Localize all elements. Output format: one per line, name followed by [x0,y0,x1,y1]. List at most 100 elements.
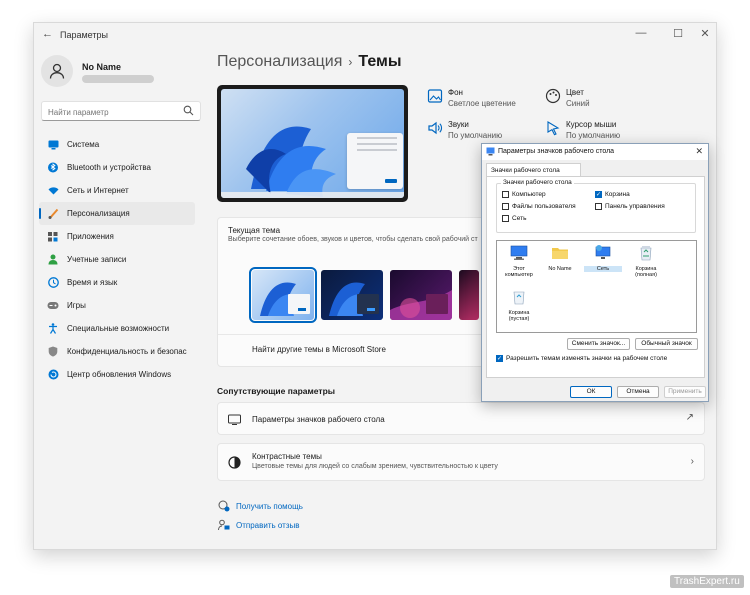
breadcrumb-parent[interactable]: Персонализация [217,53,342,70]
control-panel-checkbox[interactable]: Панель управления [595,203,665,210]
send-feedback-label: Отправить отзыв [236,520,300,530]
allow-themes-change-icons-checkbox[interactable]: ✓ Разрешить темам изменять значки на рабо… [496,355,667,362]
breadcrumb-separator: › [348,55,353,69]
microsoft-store-themes-link[interactable]: Найти другие темы в Microsoft Store [252,345,386,354]
shield-icon [47,346,59,358]
bloom-wallpaper-graphic [246,126,336,197]
theme-preview [217,85,408,202]
sidebar-item-accounts[interactable]: Учетные записи [39,248,195,271]
get-help-label: Получить помощь [236,501,303,511]
recycle-bin-empty-icon [513,291,525,305]
recycle-bin-checkbox[interactable]: ✓ Корзина [595,191,630,198]
computer-checkbox[interactable]: Компьютер [502,191,546,198]
page-title: Темы [358,53,402,70]
recycle-bin-full-icon [640,246,652,261]
cursor-icon [547,121,560,136]
site-watermark: TrashExpert.ru [670,575,744,588]
sidebar-item-system[interactable]: Система [39,133,195,156]
contrast-themes-description: Цветовые темы для людей со слабым зрение… [252,463,498,470]
brush-icon [47,208,59,220]
apply-button[interactable]: Применить [664,386,706,398]
sidebar-item-label: Игры [67,301,86,310]
globe-clock-icon [47,277,59,289]
person-icon [47,254,59,266]
group-legend: Значки рабочего стола [501,179,574,186]
apps-icon [47,231,59,243]
sidebar-item-privacy[interactable]: Конфиденциальность и безопас [39,340,195,363]
sidebar-item-gaming[interactable]: Игры [39,294,195,317]
contrast-themes-row[interactable]: Контрастные темы Цветовые темы для людей… [217,443,705,481]
desktop-icon-settings-dialog: Параметры значков рабочего стола ✕ Значк… [481,143,709,402]
profile-name: No Name [82,62,122,72]
sidebar-item-accessibility[interactable]: Специальные возможности [39,317,195,340]
sidebar-item-label: Центр обновления Windows [67,370,172,379]
sidebar-item-apps[interactable]: Приложения [39,225,195,248]
icon-network[interactable]: Сеть [584,245,622,272]
tab-desktop-icons[interactable]: Значки рабочего стола [486,163,581,177]
theme-thumbnail-light[interactable] [249,267,317,323]
user-files-checkbox[interactable]: Файлы пользователя [502,203,576,210]
sidebar-item-network[interactable]: Сеть и Интернет [39,179,195,202]
property-label: Курсор мыши [566,120,617,129]
bluetooth-icon [47,162,59,174]
sidebar-item-label: Персонализация [67,209,130,218]
maximize-button[interactable]: ☐ [671,27,685,40]
back-arrow-icon[interactable]: ← [42,28,53,40]
icon-recycle-bin-full[interactable]: Корзина (полная) [627,245,665,279]
update-icon [47,369,59,381]
checkmark-icon: ✓ [595,191,602,198]
send-feedback-link[interactable]: Отправить отзыв [218,519,300,531]
close-button[interactable]: ✕ [698,27,712,40]
search-input[interactable] [42,103,172,122]
network-icon [595,245,611,259]
cancel-button[interactable]: Отмена [617,386,659,398]
theme-thumbnail-glow[interactable] [390,270,452,320]
sidebar-item-windows-update[interactable]: Центр обновления Windows [39,363,195,386]
help-icon [218,500,230,512]
property-value: По умолчанию [566,131,621,140]
ok-button[interactable]: ОК [570,386,612,398]
desktop-monitor-icon [228,414,241,425]
computer-icon [510,245,528,260]
sidebar-nav: Система Bluetooth и устройства Сеть и Ин… [39,133,195,386]
related-settings-title: Сопутствующие параметры [217,386,336,396]
change-icon-button[interactable]: Сменить значок... [567,338,630,350]
property-value: По умолчанию [448,131,503,140]
sidebar-item-time-language[interactable]: Время и язык [39,271,195,294]
desktop-icon-settings-row[interactable]: Параметры значков рабочего стола ↗ [217,402,705,435]
palette-icon [545,88,561,104]
current-theme-subtitle: Выберите сочетание обоев, звуков и цвето… [228,236,478,243]
icon-this-pc[interactable]: Этот компьютер [500,245,538,279]
feedback-icon [218,519,230,531]
theme-thumbnail-partial[interactable] [459,270,479,320]
sidebar-item-label: Учетные записи [67,255,127,264]
sidebar-item-label: Система [67,140,100,149]
preview-window-panel [347,133,403,189]
avatar[interactable] [41,55,73,87]
minimize-button[interactable]: — [634,27,648,39]
speaker-icon [428,121,442,135]
desktop-icons-list: Этот компьютер No Name Сеть Корзина (пол… [496,240,697,333]
property-label: Цвет [566,88,584,97]
preview-taskbar [221,192,404,198]
sidebar-item-label: Время и язык [67,278,118,287]
dialog-close-button[interactable]: ✕ [695,146,703,157]
dialog-app-icon [486,147,495,156]
sidebar-item-label: Сеть и Интернет [67,186,129,195]
default-icon-button[interactable]: Обычный значок [635,338,698,350]
icon-user-folder[interactable]: No Name [541,245,579,272]
search-box[interactable] [41,101,201,122]
sidebar-item-label: Приложения [67,232,114,241]
sidebar-item-bluetooth[interactable]: Bluetooth и устройства [39,156,195,179]
network-checkbox[interactable]: Сеть [502,215,526,222]
get-help-link[interactable]: Получить помощь [218,500,303,512]
search-icon[interactable] [183,105,194,116]
sidebar-item-label: Конфиденциальность и безопас [67,347,187,356]
icon-recycle-bin-empty[interactable]: Корзина (пустая) [500,289,538,323]
property-label: Фон [448,88,463,97]
property-value: Синий [566,99,590,108]
contrast-icon [228,456,241,469]
wifi-icon [47,185,59,197]
sidebar-item-personalization[interactable]: Персонализация [39,202,195,225]
theme-thumbnail-dark[interactable] [321,270,383,320]
